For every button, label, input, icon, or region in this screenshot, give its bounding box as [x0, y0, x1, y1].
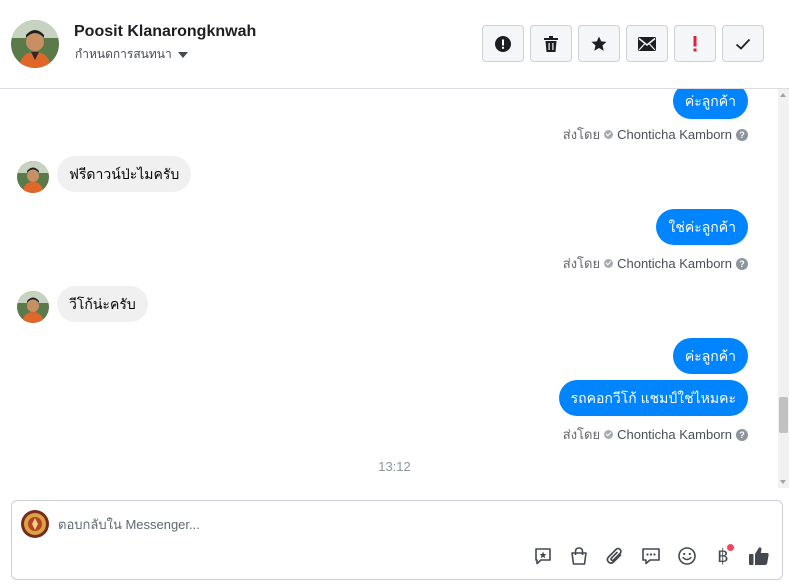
- alert-circle-icon: [495, 35, 511, 52]
- sender-name[interactable]: Chonticha Kamborn: [617, 256, 732, 271]
- quick-reply-button[interactable]: [638, 543, 664, 569]
- scrollbar-thumb[interactable]: [779, 397, 788, 433]
- reply-input[interactable]: [58, 513, 558, 535]
- sender-name[interactable]: Chonticha Kamborn: [617, 427, 732, 442]
- shop-button[interactable]: [566, 543, 592, 569]
- sent-by-prefix: ส่งโดย: [562, 427, 601, 442]
- sent-by-prefix: ส่งโดย: [562, 127, 601, 142]
- star-button[interactable]: [578, 25, 620, 62]
- conversation-header: Poosit Klanarongknwah กำหนดการสนทนา: [0, 0, 789, 89]
- sent-by-line: ส่งโดย Chonticha Kamborn ?: [563, 424, 748, 445]
- follow-up-button[interactable]: [674, 25, 716, 62]
- saved-reply-icon: [535, 548, 551, 565]
- payment-button[interactable]: ฿: [710, 543, 736, 569]
- composer-toolbar: ฿: [530, 543, 772, 569]
- help-icon[interactable]: ?: [736, 257, 748, 270]
- shop-bag-icon: [571, 547, 587, 565]
- messenger-conversation: Poosit Klanarongknwah กำหนดการสนทนา ค่ะล…: [0, 0, 789, 585]
- sent-check-icon: [604, 430, 614, 439]
- reply-composer: ฿: [11, 500, 783, 580]
- paperclip-icon: [606, 547, 622, 564]
- mark-spam-button[interactable]: [482, 25, 524, 62]
- sent-by-prefix: ส่งโดย: [562, 256, 601, 271]
- thumbs-up-icon: [749, 547, 769, 565]
- scroll-up-arrow-icon[interactable]: [780, 93, 786, 97]
- mark-unread-button[interactable]: [626, 25, 668, 62]
- contact-name[interactable]: Poosit Klanarongknwah: [74, 23, 256, 41]
- chat-bubble-icon: [642, 548, 660, 565]
- sent-by-line: ส่งโดย Chonticha Kamborn ?: [563, 253, 748, 274]
- header-action-bar: [482, 25, 764, 62]
- contact-avatar-small[interactable]: [17, 161, 49, 193]
- exclamation-icon: [693, 35, 697, 51]
- sent-check-icon: [604, 130, 614, 139]
- trash-icon: [544, 35, 558, 52]
- incoming-message[interactable]: วีโก้น่ะครับ: [57, 286, 148, 322]
- sent-by-line: ส่งโดย Chonticha Kamborn ?: [563, 124, 748, 145]
- outgoing-message[interactable]: ค่ะลูกค้า: [672, 338, 748, 374]
- mail-icon: [638, 36, 656, 51]
- sender-name[interactable]: Chonticha Kamborn: [617, 127, 732, 142]
- help-icon[interactable]: ?: [736, 428, 748, 441]
- checkmark-icon: [735, 38, 751, 50]
- outgoing-message[interactable]: ค่ะลูกค้า: [672, 89, 748, 119]
- incoming-message[interactable]: ฟรีดาวน์ป่ะไมครับ: [57, 156, 192, 192]
- saved-replies-button[interactable]: [530, 543, 556, 569]
- conversation-settings-label: กำหนดการสนทนา: [75, 47, 172, 61]
- caret-down-icon: [177, 52, 188, 58]
- help-icon[interactable]: ?: [736, 128, 748, 141]
- contact-avatar[interactable]: [11, 20, 59, 68]
- emoji-button[interactable]: [674, 543, 700, 569]
- outgoing-message[interactable]: รถคอกวีโก้ แชมป์ใช่ไหมคะ: [558, 380, 748, 416]
- notification-dot: [727, 544, 734, 551]
- outgoing-message[interactable]: ใช่ค่ะลูกค้า: [656, 209, 748, 245]
- message-timestamp: 13:12: [378, 459, 411, 474]
- page-avatar: [21, 510, 49, 538]
- like-send-button[interactable]: [746, 543, 772, 569]
- emoji-icon: [678, 547, 696, 565]
- message-thread[interactable]: ค่ะลูกค้า ส่งโดย Chonticha Kamborn ? ฟรี…: [0, 89, 789, 488]
- conversation-settings-link[interactable]: กำหนดการสนทนา: [75, 45, 188, 64]
- contact-avatar-small[interactable]: [17, 291, 49, 323]
- delete-button[interactable]: [530, 25, 572, 62]
- attach-file-button[interactable]: [602, 543, 628, 569]
- mark-done-button[interactable]: [722, 25, 764, 62]
- scroll-down-arrow-icon[interactable]: [780, 480, 786, 484]
- star-icon: [591, 36, 607, 51]
- thread-scrollbar[interactable]: [778, 89, 789, 488]
- sent-check-icon: [604, 259, 614, 268]
